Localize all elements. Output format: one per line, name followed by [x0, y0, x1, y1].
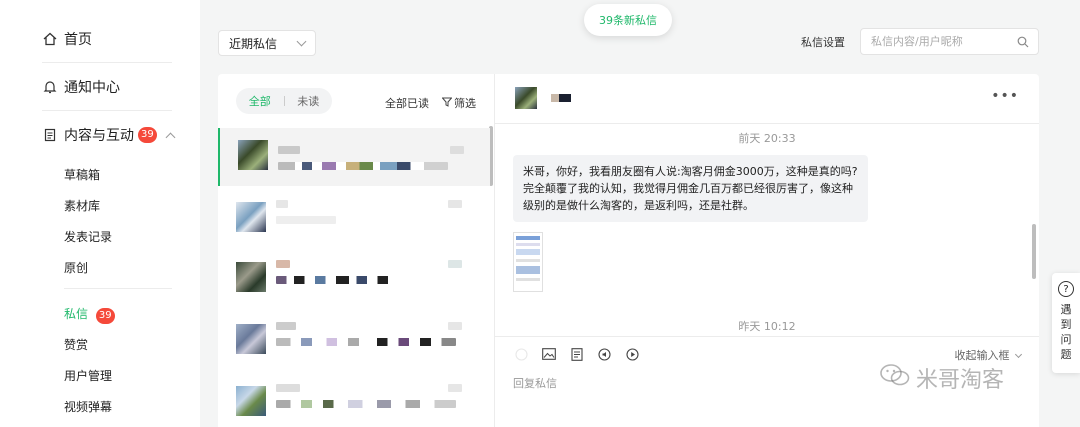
- blurred-time: [450, 146, 464, 154]
- new-messages-pill[interactable]: 39条新私信: [584, 4, 672, 36]
- blurred-time: [448, 384, 462, 392]
- avatar: [236, 202, 266, 232]
- nav-home[interactable]: 首页: [42, 29, 92, 49]
- tab-all[interactable]: 全部: [236, 93, 284, 109]
- reply-input[interactable]: 回复私信: [513, 375, 557, 391]
- home-icon: [42, 31, 58, 47]
- help-widget[interactable]: ? 遇到问题: [1052, 273, 1080, 373]
- sidebar-item-users[interactable]: 用户管理: [64, 367, 112, 384]
- blurred-preview: [276, 276, 406, 284]
- document-icon: [42, 127, 58, 143]
- nav-notifications-label: 通知中心: [64, 80, 120, 96]
- nav-notifications[interactable]: 通知中心: [42, 77, 120, 97]
- content-badge: 39: [138, 127, 157, 143]
- mark-all-read-button[interactable]: 全部已读: [385, 95, 429, 111]
- article-icon[interactable]: [569, 346, 585, 362]
- messages-badge: 39: [95, 308, 115, 324]
- conversation-item[interactable]: [218, 128, 490, 186]
- message-settings-link[interactable]: 私信设置: [801, 34, 845, 50]
- avatar: [236, 386, 266, 416]
- sidebar-item-drafts[interactable]: 草稿箱: [64, 166, 100, 183]
- tab-unread[interactable]: 未读: [284, 93, 332, 109]
- divider: [42, 110, 172, 111]
- bell-icon: [42, 79, 58, 95]
- nav-content[interactable]: 内容与互动 39: [42, 125, 176, 145]
- conversation-item[interactable]: [218, 250, 490, 308]
- filter-icon: [441, 97, 453, 110]
- sidebar-item-rewards[interactable]: 赞赏: [64, 336, 88, 353]
- recent-messages-label: 近期私信: [229, 36, 278, 51]
- image-icon[interactable]: [541, 346, 557, 362]
- search-icon[interactable]: [1017, 36, 1029, 52]
- sidebar-item-messages-label: 私信: [64, 307, 89, 321]
- chevron-up-icon[interactable]: [165, 132, 176, 142]
- collapse-input-label: 收起输入框: [954, 349, 1010, 362]
- message-timestamp: 昨天 10:12: [738, 320, 796, 333]
- blurred-time: [448, 260, 462, 268]
- search-box: [860, 28, 1039, 55]
- chevron-down-icon: [1014, 350, 1023, 359]
- blurred-preview: [276, 338, 456, 346]
- chevron-down-icon: [296, 36, 307, 47]
- help-label: 遇到问题: [1060, 303, 1072, 361]
- message-bubble: 米哥，你好，我看朋友圈有人说:淘客月佣金3000万，这种是真的吗?完全颠覆了我的…: [513, 155, 868, 222]
- blurred-name: [276, 200, 288, 208]
- divider: [64, 288, 172, 289]
- sidebar: 首页 通知中心 内容与互动 39 草稿箱 素材库 发表记录 原创 私信 39 赞…: [0, 0, 200, 427]
- emoji-icon[interactable]: [513, 346, 529, 362]
- chat-avatar: [515, 87, 537, 109]
- more-options-icon[interactable]: •••: [991, 88, 1019, 104]
- nav-content-label: 内容与互动: [64, 128, 134, 144]
- question-icon: ?: [1058, 281, 1074, 297]
- blurred-preview: [276, 216, 336, 224]
- filter-button[interactable]: 筛选: [441, 95, 476, 111]
- audio-icon[interactable]: [596, 346, 612, 362]
- message-timestamp: 前天 20:33: [738, 132, 796, 145]
- blurred-preview: [278, 162, 448, 170]
- image-attachment[interactable]: [513, 232, 543, 292]
- nav-home-label: 首页: [64, 32, 92, 48]
- conversation-tabs: 全部 未读: [236, 88, 332, 114]
- blurred-name: [276, 384, 300, 392]
- filter-label: 筛选: [454, 97, 476, 110]
- blurred-name: [278, 146, 300, 154]
- sidebar-item-assets[interactable]: 素材库: [64, 197, 100, 214]
- avatar: [238, 140, 268, 170]
- blurred-chat-name: [551, 94, 571, 102]
- sidebar-item-original[interactable]: 原创: [64, 259, 88, 276]
- sidebar-item-messages[interactable]: 私信 39: [64, 305, 115, 324]
- wechat-logo-icon: [880, 363, 910, 393]
- conversation-list: 全部 未读 全部已读 筛选: [218, 74, 494, 427]
- conversation-item[interactable]: [218, 374, 490, 427]
- collapse-input-button[interactable]: 收起输入框: [954, 347, 1023, 363]
- recent-messages-select[interactable]: 近期私信: [218, 30, 316, 56]
- blurred-name: [276, 260, 290, 268]
- conversation-item[interactable]: [218, 312, 490, 370]
- search-input[interactable]: [871, 29, 1011, 54]
- watermark-text: 米哥淘客: [916, 368, 1005, 393]
- avatar: [236, 324, 266, 354]
- blurred-preview: [276, 400, 456, 408]
- sidebar-item-danmaku[interactable]: 视频弹幕: [64, 398, 112, 415]
- blurred-time: [448, 322, 462, 330]
- video-icon[interactable]: [624, 346, 640, 362]
- blurred-time: [448, 200, 462, 208]
- divider: [42, 62, 172, 63]
- chat-header: •••: [495, 74, 1039, 124]
- chat-scrollbar[interactable]: [1032, 224, 1036, 279]
- watermark: 米哥淘客: [880, 362, 1004, 394]
- blurred-name: [276, 322, 296, 330]
- avatar: [236, 262, 266, 292]
- sidebar-item-published[interactable]: 发表记录: [64, 228, 112, 245]
- conversation-item[interactable]: [218, 190, 490, 248]
